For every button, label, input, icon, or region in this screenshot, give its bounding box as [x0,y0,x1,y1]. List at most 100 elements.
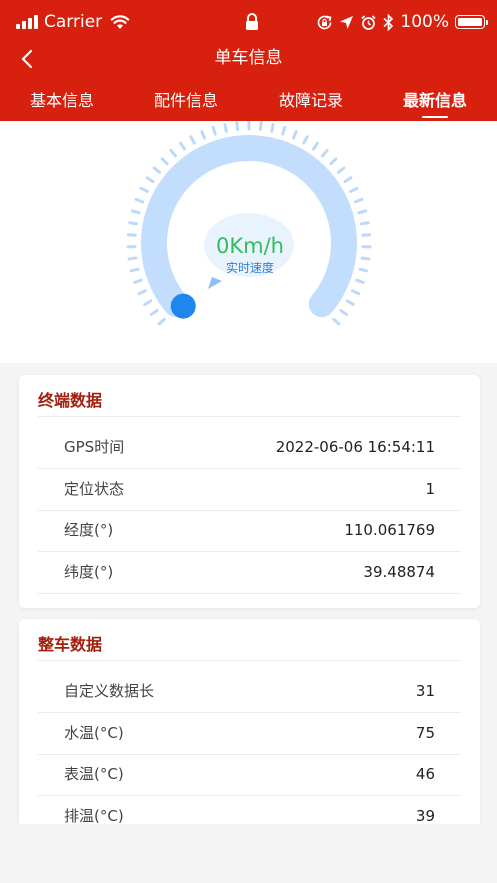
gauge-tick [332,317,341,326]
gauge-tick [149,308,159,317]
gauge-tick [211,125,217,136]
row-value: 46 [415,765,435,783]
app-header: Carrier 100% 单车信息 基本信息 配件信息 故障记录 最新信息 [0,0,497,121]
battery-icon [455,15,488,29]
tab-label: 故障记录 [278,91,343,110]
tab-fault-records[interactable]: 故障记录 [249,84,373,121]
gauge-tick [281,125,287,136]
gauge-tick [152,166,162,174]
tab-label: 配件信息 [153,91,218,110]
gauge-tick [336,166,346,174]
row-label: 排温(°C) [64,807,124,824]
orientation-lock-icon [318,15,332,29]
gauge-tick [359,221,370,226]
row-value: 31 [415,682,435,700]
status-bar: Carrier 100% [0,0,497,44]
row-value: 39.48874 [363,563,435,581]
divider [38,660,461,661]
gauge-tick [258,121,263,132]
gauge-tick [358,267,369,273]
tab-bar: 基本信息 配件信息 故障记录 最新信息 [0,84,497,121]
row-label: 纬度(°) [64,563,114,581]
gauge-tick [157,317,166,326]
row-value: 39 [415,807,435,824]
data-row: 排温(°C) 39 [38,796,461,824]
row-label: 自定义数据长 [64,682,155,700]
row-label: 表温(°C) [64,765,124,783]
gauge-tick [179,141,187,151]
speed-gauge-panel: 0Km/h 实时速度 [0,121,497,363]
carrier-name: Carrier [44,12,103,32]
gauge-tick [143,299,153,306]
gauge-tick [137,289,147,296]
speed-value: 0Km/h [216,234,284,258]
status-bar-right: 100% [316,11,488,33]
gauge-tick [200,130,207,140]
gauge-tick [160,157,169,166]
gauge-tick [343,176,353,184]
data-row: GPS时间 2022-06-06 16:54:11 [38,427,461,469]
data-row: 定位状态 1 [38,469,461,511]
row-value: 75 [415,724,435,742]
data-row: 经度(°) 110.061769 [38,510,461,552]
gauge-tick [270,122,275,133]
gauge-tick [235,121,240,132]
vehicle-data-card: 整车数据 自定义数据长 31 水温(°C) 75 表温(°C) 46 排温(°C… [19,619,480,824]
row-value: 110.061769 [344,521,435,539]
gauge-tick [345,299,355,306]
row-label: 水温(°C) [64,724,124,742]
gauge-tick [351,289,361,296]
gauge-tick [145,176,155,184]
tab-parts-info[interactable]: 配件信息 [124,84,248,121]
tab-label: 基本信息 [29,91,94,110]
tab-label: 最新信息 [402,91,467,110]
terminal-data-card: 终端数据 GPS时间 2022-06-06 16:54:11 定位状态 1 经度… [19,375,480,608]
battery-percentage: 100% [400,12,449,32]
gauge-tick [133,278,143,284]
gauge-pointer [208,277,222,289]
card-title: 整车数据 [38,635,103,654]
row-label: 经度(°) [64,521,114,539]
data-row: 自定义数据长 31 [38,671,461,713]
row-value: 2022-06-06 16:54:11 [275,438,435,456]
active-tab-indicator [422,116,448,118]
tab-basic-info[interactable]: 基本信息 [0,84,124,121]
lock-icon [246,13,258,30]
speed-label: 实时速度 [225,261,274,275]
divider [38,416,461,417]
gauge-tick [139,186,149,193]
row-label: 定位状态 [64,480,125,498]
card-title: 终端数据 [38,391,103,410]
data-row: 纬度(°) 39.48874 [38,552,461,594]
gauge-tick [355,278,365,284]
signal-strength-icon [16,15,38,29]
gauge-tick [127,256,138,261]
gauge-tick [353,197,364,204]
gauge-tick [134,197,145,204]
status-bar-left: Carrier [16,11,130,33]
bluetooth-icon [383,13,394,31]
tab-latest-info[interactable]: 最新信息 [373,84,497,121]
row-label: GPS时间 [64,438,125,456]
gauge-tick [339,308,349,317]
gauge-tick [360,256,371,261]
gauge-tick [223,122,228,133]
gauge-tick [302,135,309,145]
page-bottom-background [0,824,497,883]
gauge-tick [311,141,319,151]
navigation-bar: 单车信息 [0,40,497,76]
data-row: 表温(°C) 46 [38,754,461,796]
gauge-tick [357,209,368,215]
gauge-tick [349,186,359,193]
gauge-tick [321,149,329,158]
gauge-tick [329,157,338,166]
alarm-clock-icon [361,14,377,30]
gauge-tick [189,135,196,145]
wifi-icon [110,15,130,29]
gauge-knob [170,293,196,319]
gauge-tick [129,267,140,273]
gauge-tick [130,209,141,215]
page-title: 单车信息 [214,48,283,68]
location-arrow-icon [340,15,354,29]
row-value: 1 [425,480,435,498]
